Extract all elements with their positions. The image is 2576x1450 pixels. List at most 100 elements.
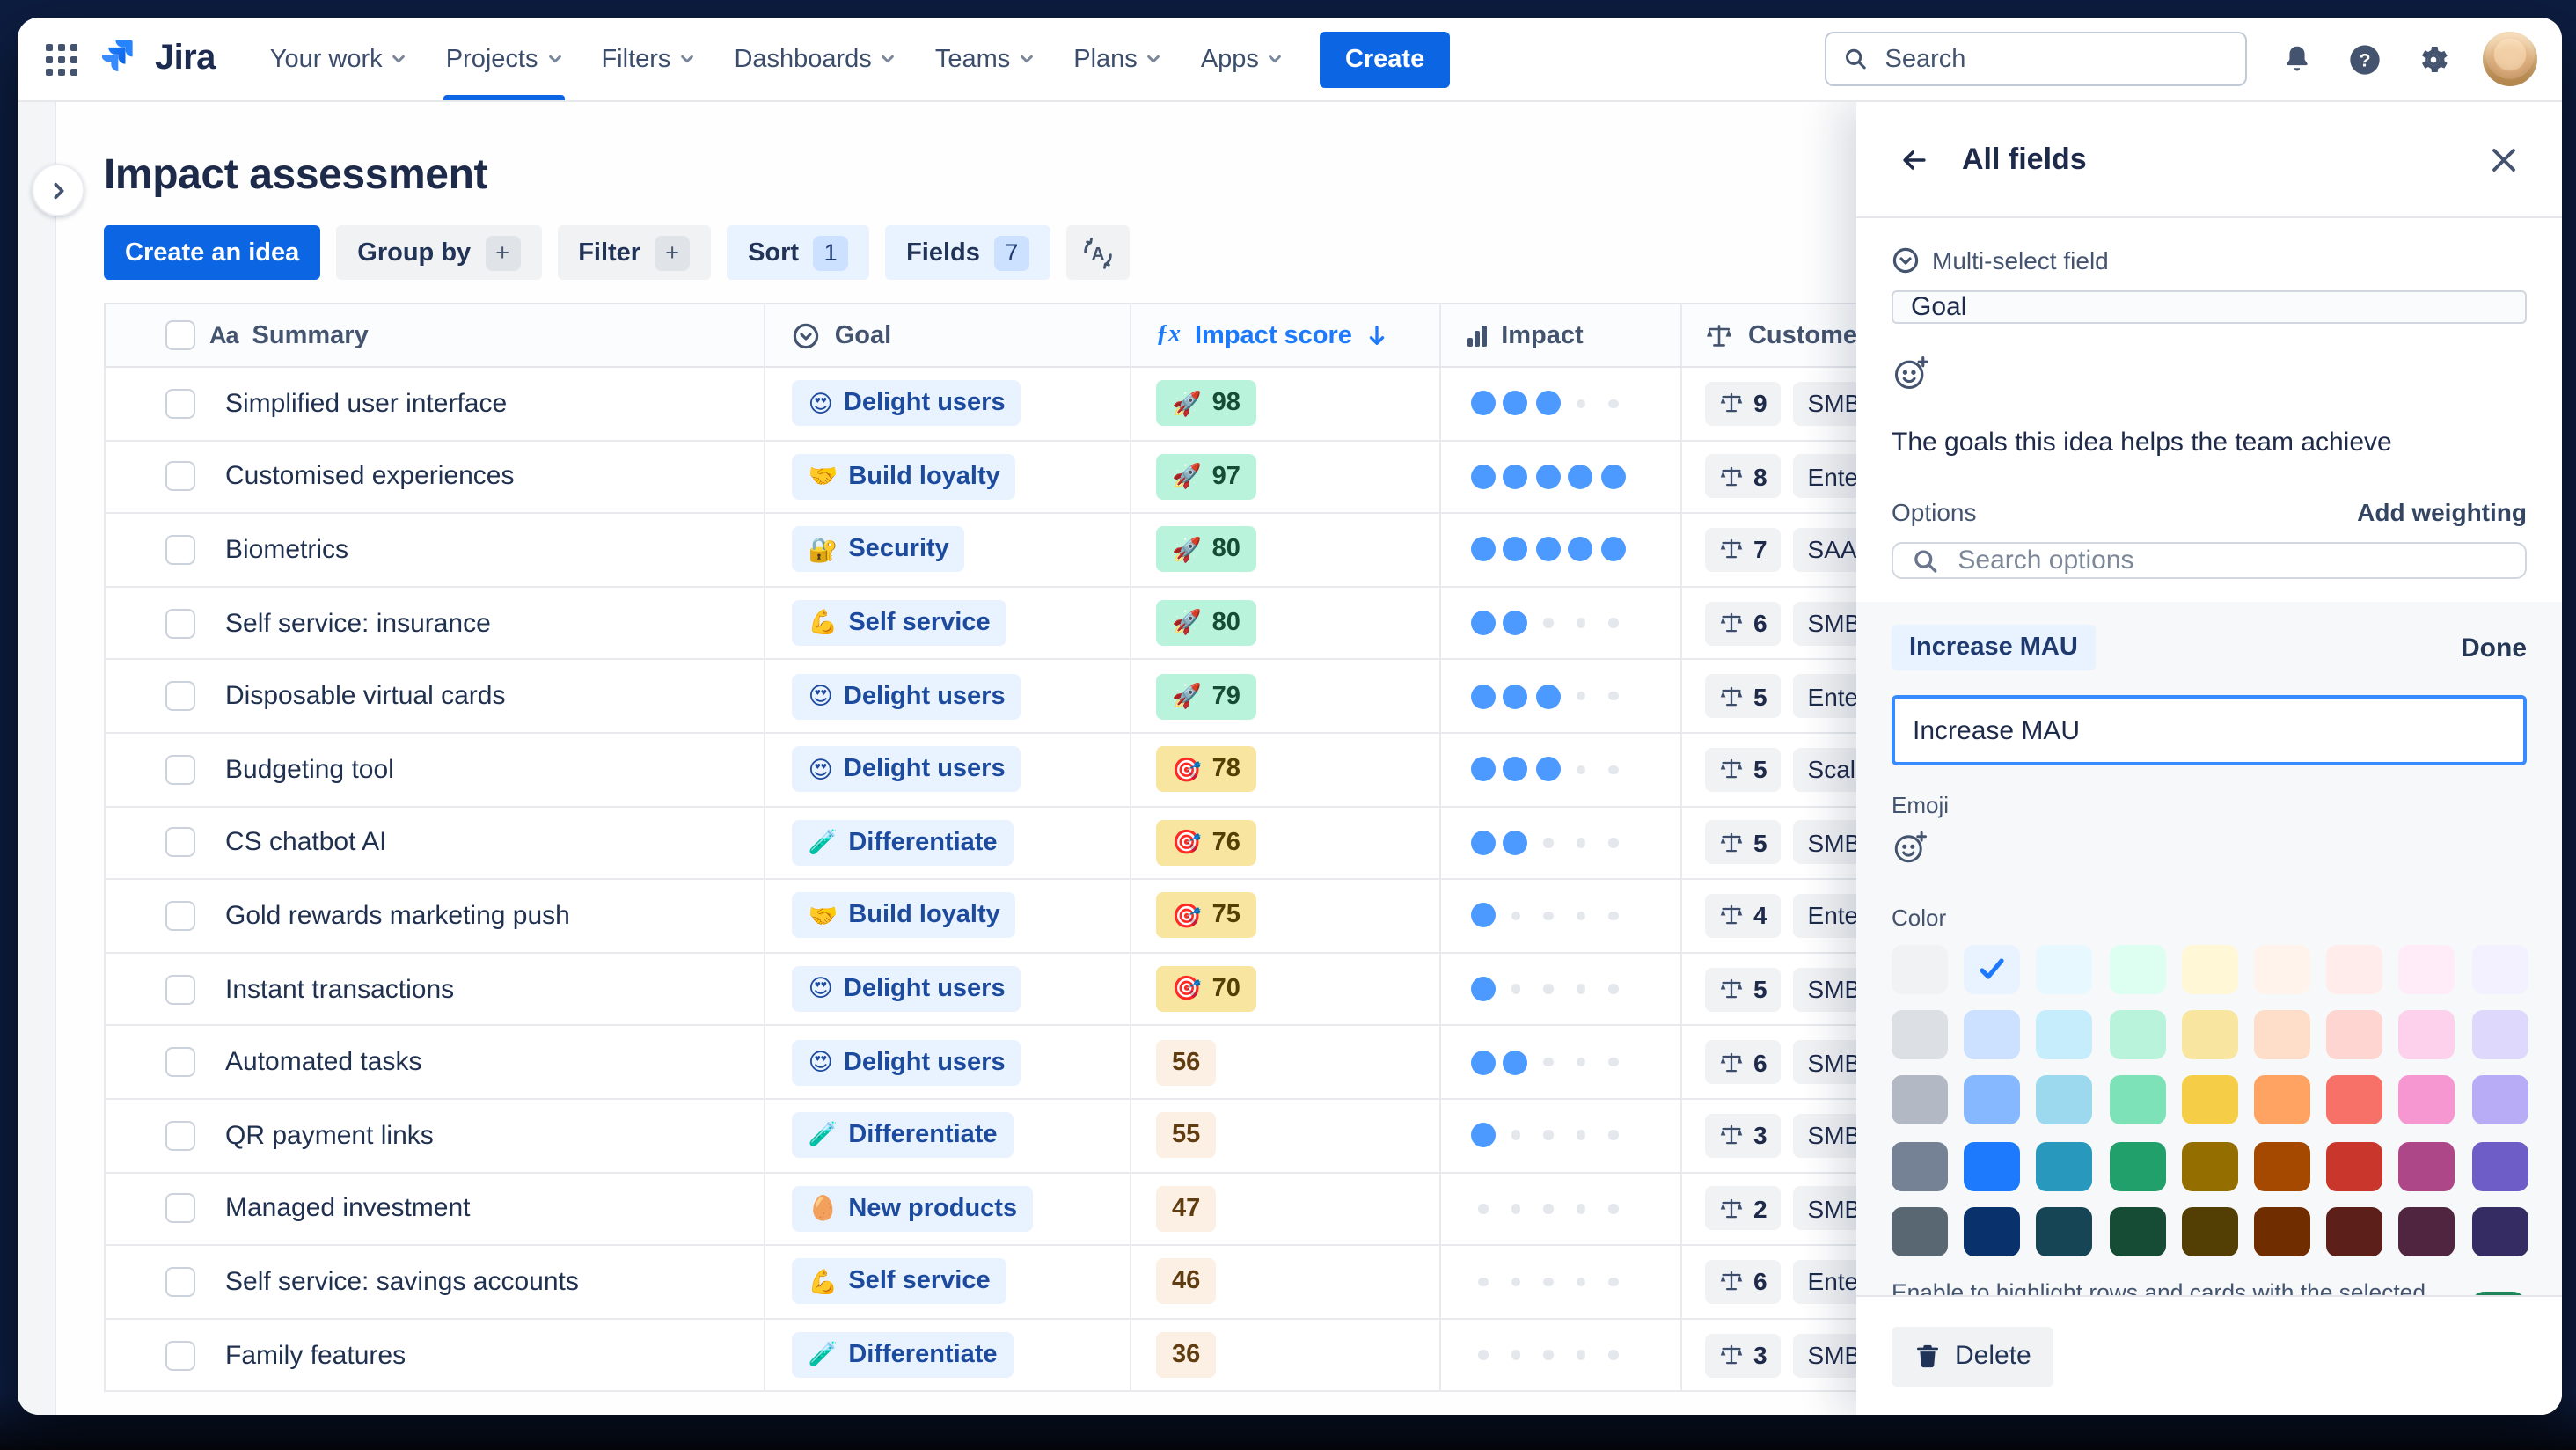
create-button[interactable]: Create <box>1321 31 1449 87</box>
column-header-goal[interactable]: Goal <box>766 304 1131 366</box>
color-swatch[interactable] <box>2399 1207 2455 1256</box>
color-swatch[interactable] <box>2471 945 2528 994</box>
impact-score-cell[interactable]: 🎯75 <box>1131 880 1440 951</box>
table-row[interactable]: Family features🧪Differentiate363SMB <box>104 1319 2145 1392</box>
impact-cell[interactable] <box>1440 807 1683 878</box>
color-swatch[interactable] <box>1892 1141 1948 1190</box>
summary-cell[interactable]: Instant transactions <box>106 954 766 1025</box>
goal-chip[interactable]: 😍Delight users <box>793 966 1021 1012</box>
summary-cell[interactable]: Disposable virtual cards <box>106 661 766 732</box>
color-swatch[interactable] <box>2471 1010 2528 1059</box>
goal-cell[interactable]: 🧪Differentiate <box>766 807 1131 878</box>
nav-item-apps[interactable]: Apps <box>1182 18 1303 100</box>
search-input[interactable] <box>1882 43 2228 75</box>
goal-chip[interactable]: 🤝Build loyalty <box>793 893 1016 939</box>
color-swatch[interactable] <box>1892 945 1948 994</box>
select-all-checkbox[interactable] <box>165 320 195 350</box>
create-idea-button[interactable]: Create an idea <box>104 225 320 280</box>
table-row[interactable]: Automated tasks😍Delight users566SMB <box>104 1027 2145 1100</box>
nav-item-projects[interactable]: Projects <box>427 18 582 100</box>
goal-cell[interactable]: 🤝Build loyalty <box>766 880 1131 951</box>
row-checkbox[interactable] <box>165 1047 195 1077</box>
color-swatch[interactable] <box>2399 1010 2455 1059</box>
impact-score-cell[interactable]: 🚀97 <box>1131 441 1440 512</box>
row-checkbox[interactable] <box>165 755 195 785</box>
color-swatch[interactable] <box>2399 1141 2455 1190</box>
color-swatch[interactable] <box>1892 1010 1948 1059</box>
impact-cell[interactable] <box>1440 1027 1683 1098</box>
goal-cell[interactable]: 😍Delight users <box>766 661 1131 732</box>
color-swatch[interactable] <box>2109 1010 2165 1059</box>
color-swatch[interactable] <box>2182 1141 2238 1190</box>
summary-cell[interactable]: Budgeting tool <box>106 734 766 805</box>
goal-chip[interactable]: 🤝Build loyalty <box>793 454 1016 500</box>
customer-weight-chip[interactable]: 6 <box>1706 1260 1782 1304</box>
customer-weight-chip[interactable]: 3 <box>1706 1333 1782 1377</box>
color-swatch[interactable] <box>2471 1076 2528 1125</box>
add-weighting-link[interactable]: Add weighting <box>2357 498 2527 526</box>
summary-cell[interactable]: QR payment links <box>106 1100 766 1171</box>
fields-button[interactable]: Fields 7 <box>885 225 1050 280</box>
row-checkbox[interactable] <box>165 1120 195 1150</box>
color-swatch[interactable] <box>2182 1010 2238 1059</box>
impact-cell[interactable] <box>1440 954 1683 1025</box>
user-avatar[interactable] <box>2483 32 2537 86</box>
table-row[interactable]: Biometrics🔐Security🚀807SAAS <box>104 514 2145 587</box>
customer-weight-chip[interactable]: 5 <box>1706 748 1782 792</box>
global-search[interactable] <box>1825 32 2247 86</box>
row-checkbox[interactable] <box>165 535 195 565</box>
goal-cell[interactable]: 😍Delight users <box>766 368 1131 439</box>
impact-cell[interactable] <box>1440 1173 1683 1244</box>
color-swatch[interactable] <box>2326 1141 2382 1190</box>
column-header-impact[interactable]: Impact <box>1440 304 1683 366</box>
impact-score-cell[interactable]: 36 <box>1131 1319 1440 1390</box>
impact-score-cell[interactable]: 🚀98 <box>1131 368 1440 439</box>
goal-chip[interactable]: 💪Self service <box>793 1259 1006 1305</box>
color-swatch[interactable] <box>2109 1141 2165 1190</box>
color-swatch[interactable] <box>2254 1010 2310 1059</box>
color-swatch[interactable] <box>1964 1207 2020 1256</box>
color-swatch[interactable] <box>1892 1076 1948 1125</box>
row-checkbox[interactable] <box>165 462 195 492</box>
back-arrow-icon[interactable] <box>1892 136 1937 182</box>
goal-chip[interactable]: 🔐Security <box>793 527 965 573</box>
impact-cell[interactable] <box>1440 588 1683 659</box>
done-button[interactable]: Done <box>2461 633 2527 663</box>
goal-cell[interactable]: 🤝Build loyalty <box>766 441 1131 512</box>
customer-weight-chip[interactable]: 5 <box>1706 967 1782 1011</box>
summary-cell[interactable]: Self service: savings accounts <box>106 1246 766 1317</box>
close-icon[interactable] <box>2481 136 2527 182</box>
table-row[interactable]: Self service: insurance💪Self service🚀806… <box>104 588 2145 661</box>
impact-score-cell[interactable]: 🎯76 <box>1131 807 1440 878</box>
impact-score-cell[interactable]: 46 <box>1131 1246 1440 1317</box>
table-row[interactable]: Customised experiences🤝Build loyalty🚀978… <box>104 441 2145 514</box>
nav-item-your-work[interactable]: Your work <box>251 18 427 100</box>
row-checkbox[interactable] <box>165 1194 195 1224</box>
impact-cell[interactable] <box>1440 1100 1683 1171</box>
customer-weight-chip[interactable]: 8 <box>1706 455 1782 499</box>
color-swatch[interactable] <box>2471 1141 2528 1190</box>
color-swatch[interactable] <box>2399 945 2455 994</box>
goal-cell[interactable]: 🧪Differentiate <box>766 1319 1131 1390</box>
goal-chip[interactable]: 🧪Differentiate <box>793 1112 1014 1158</box>
row-checkbox[interactable] <box>165 901 195 931</box>
row-checkbox[interactable] <box>165 681 195 711</box>
column-header-summary[interactable]: Aa Summary <box>106 304 766 366</box>
row-checkbox[interactable] <box>165 608 195 638</box>
impact-cell[interactable] <box>1440 1319 1683 1390</box>
customer-weight-chip[interactable]: 3 <box>1706 1113 1782 1157</box>
impact-score-cell[interactable]: 55 <box>1131 1100 1440 1171</box>
impact-cell[interactable] <box>1440 368 1683 439</box>
color-swatch[interactable] <box>1964 1141 2020 1190</box>
customer-weight-chip[interactable]: 4 <box>1706 894 1782 938</box>
auto-translate-button[interactable]: A <box>1066 225 1130 280</box>
nav-item-filters[interactable]: Filters <box>582 18 714 100</box>
color-swatch[interactable] <box>2182 1076 2238 1125</box>
summary-cell[interactable]: Managed investment <box>106 1173 766 1244</box>
table-row[interactable]: Gold rewards marketing push🤝Build loyalt… <box>104 880 2145 953</box>
color-swatch[interactable] <box>2037 1076 2093 1125</box>
color-swatch[interactable] <box>2037 945 2093 994</box>
goal-chip[interactable]: 🧪Differentiate <box>793 820 1014 866</box>
table-row[interactable]: Simplified user interface😍Delight users🚀… <box>104 368 2145 441</box>
goal-cell[interactable]: 🧪Differentiate <box>766 1100 1131 1171</box>
